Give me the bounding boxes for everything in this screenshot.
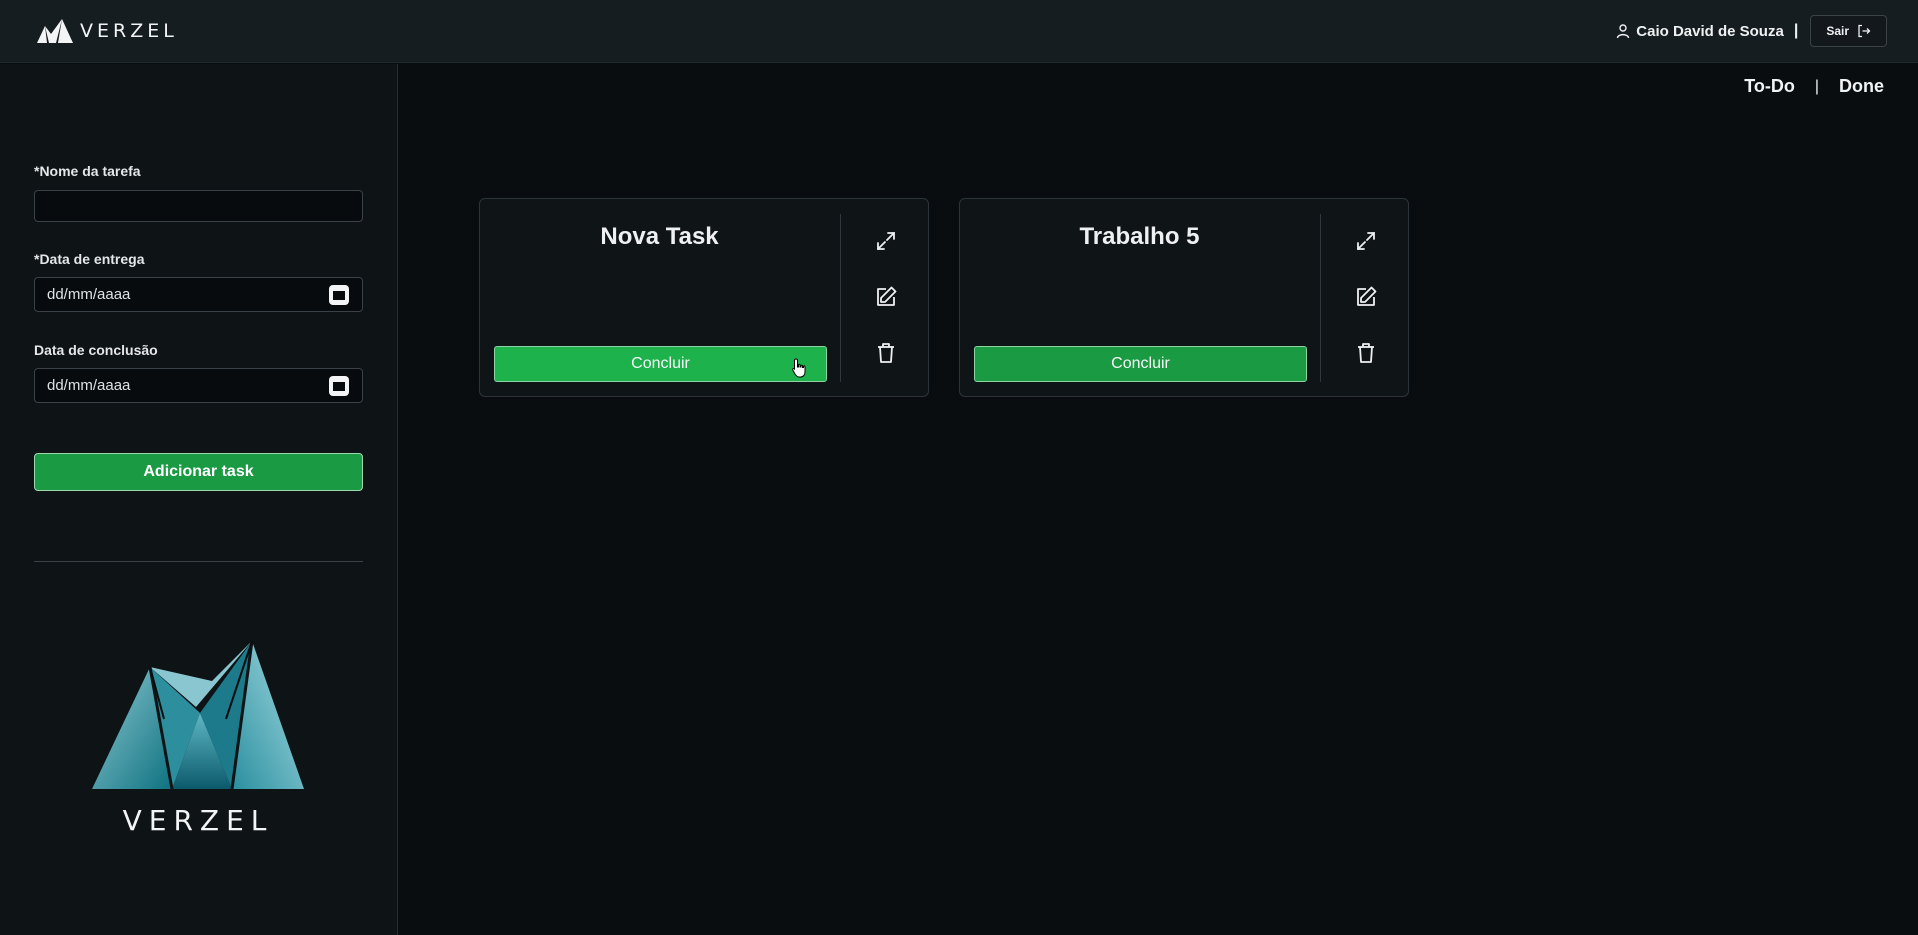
verzel-large-logo-icon	[92, 641, 304, 790]
edit-icon[interactable]	[874, 285, 898, 309]
task-name-label: *Nome da tarefa	[34, 163, 141, 179]
logout-icon	[1858, 24, 1871, 38]
completion-date-label: Data de conclusão	[34, 342, 158, 358]
completion-date-placeholder: dd/mm/aaaa	[47, 377, 131, 394]
tab-todo[interactable]: To-Do	[1744, 76, 1795, 97]
trash-icon[interactable]	[1354, 341, 1378, 365]
view-tabs: To-Do | Done	[1744, 76, 1884, 97]
add-task-button[interactable]: Adicionar task	[34, 453, 363, 491]
user-name: Caio David de Souza	[1636, 22, 1784, 40]
calendar-icon[interactable]	[328, 284, 350, 306]
verzel-logo-icon	[37, 19, 73, 43]
card-divider	[1320, 214, 1321, 382]
task-title: Nova Task	[600, 223, 719, 250]
tab-done[interactable]: Done	[1839, 76, 1884, 97]
trash-icon[interactable]	[874, 341, 898, 365]
logout-button[interactable]: Sair	[1810, 15, 1887, 47]
task-card: Nova Task Concluir	[479, 198, 929, 397]
expand-icon[interactable]	[874, 229, 898, 253]
card-divider	[840, 214, 841, 382]
expand-icon[interactable]	[1354, 229, 1378, 253]
brand-name: VERZEL	[80, 20, 178, 42]
due-date-input[interactable]: dd/mm/aaaa	[34, 277, 363, 312]
calendar-icon[interactable]	[328, 375, 350, 397]
complete-task-button[interactable]: Concluir	[974, 346, 1307, 382]
task-card: Trabalho 5 Concluir	[959, 198, 1409, 397]
brand[interactable]: VERZEL	[36, 17, 178, 45]
task-name-input[interactable]	[34, 190, 363, 222]
user-area: Caio David de Souza | Sair	[1615, 15, 1887, 47]
tab-separator: |	[1814, 77, 1819, 95]
due-date-label: *Data de entrega	[34, 251, 145, 267]
sidebar: *Nome da tarefa *Data de entrega dd/mm/a…	[0, 64, 398, 935]
completion-date-input[interactable]: dd/mm/aaaa	[34, 368, 363, 403]
logout-label: Sair	[1826, 24, 1849, 38]
task-title: Trabalho 5	[1079, 223, 1200, 250]
sidebar-divider	[34, 561, 363, 562]
user-icon	[1617, 24, 1630, 39]
due-date-placeholder: dd/mm/aaaa	[47, 286, 131, 303]
top-navbar: VERZEL Caio David de Souza | Sair	[0, 0, 1918, 63]
sidebar-logo-text: VERZEL	[122, 804, 274, 837]
edit-icon[interactable]	[1354, 285, 1378, 309]
complete-task-button[interactable]: Concluir	[494, 346, 827, 382]
header-separator: |	[1793, 22, 1799, 39]
